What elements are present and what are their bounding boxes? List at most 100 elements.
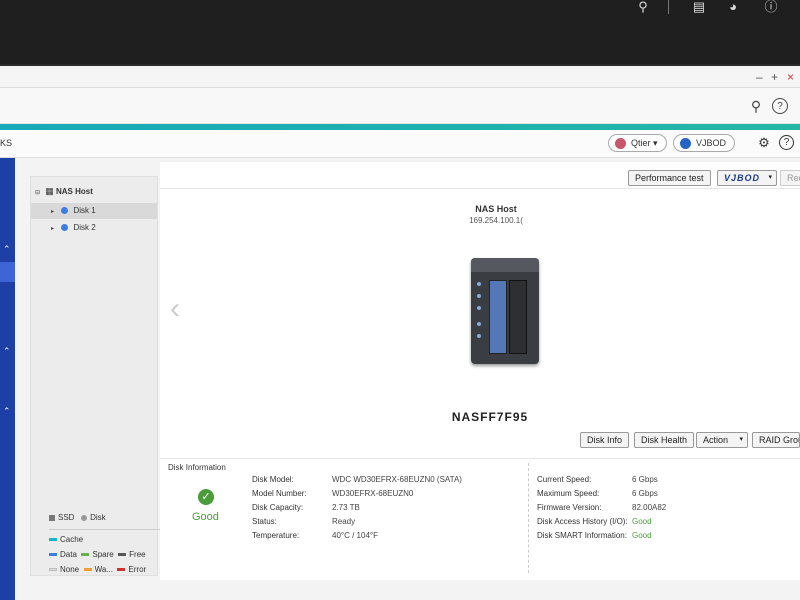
search-icon[interactable]: ⚲ — [632, 0, 654, 14]
panel-divider — [160, 188, 800, 189]
dashboard-icon[interactable]: ◕ — [722, 0, 744, 14]
sub-header: KS Qtier ▾ VJBOD ⚙ ? — [0, 130, 800, 158]
legend-none: None — [60, 565, 80, 574]
check-circle-icon: ✓ — [198, 489, 214, 505]
tree-root[interactable]: ⊟ ▦ NAS Host — [31, 183, 157, 199]
disk-information-panel: Disk Information ✓ Good Disk Model: WDC … — [160, 458, 800, 580]
status-summary: Good — [192, 511, 219, 523]
field-label: Model Number: — [252, 489, 307, 498]
legend-type: SSD Disk — [49, 513, 159, 522]
action-label: Action — [703, 435, 729, 445]
tree-item-label: Disk 1 — [73, 206, 96, 215]
disk-status-icon — [61, 224, 69, 232]
chevron-up-icon[interactable]: ⌃ — [3, 244, 11, 255]
tree-item-disk-1[interactable]: ▸ Disk 1 — [31, 203, 157, 219]
vjbod-tag-button[interactable]: VJBOD — [673, 134, 736, 152]
notification-icon[interactable]: ▤ — [688, 0, 710, 14]
ssd-swatch — [49, 514, 55, 521]
led-icon — [477, 322, 481, 326]
raid-group-button[interactable]: RAID Group — [752, 432, 800, 448]
disk-health-button[interactable]: Disk Health — [634, 432, 695, 448]
legend-warning: Wa... — [94, 565, 113, 574]
qtier-label: Qtier — [631, 138, 651, 148]
nas-device-image — [471, 258, 539, 364]
help-icon[interactable]: ? — [772, 98, 788, 114]
data-swatch — [49, 553, 57, 557]
nas-ip-label: 169.254.100.1( — [469, 216, 523, 225]
legend-disk: Disk — [90, 513, 106, 522]
expand-icon[interactable]: ▸ — [51, 204, 59, 220]
legend-divider — [49, 529, 171, 530]
field-label: Status: — [252, 517, 277, 526]
truncated-button[interactable]: Rec — [780, 170, 800, 186]
legend-status-row: None Wa... Error — [49, 565, 159, 574]
desktop-top-bar: ⚲ ▤ ◕ ⓘ — [0, 0, 800, 64]
field-label: Current Speed: — [537, 475, 592, 484]
warning-swatch — [83, 568, 92, 572]
vjbod-menu-button[interactable]: VJBOD ▾ — [717, 170, 778, 186]
qtier-icon — [615, 138, 626, 149]
host-icon: ▦ — [45, 186, 54, 196]
free-swatch — [118, 553, 127, 557]
led-icon — [477, 334, 481, 338]
led-icon — [477, 306, 481, 310]
none-swatch — [49, 568, 57, 572]
legend-cache-row: Cache — [49, 535, 159, 544]
qtier-button[interactable]: Qtier ▾ — [608, 134, 667, 152]
legend-data-row: Data Spare Free — [49, 550, 159, 559]
field-label: Temperature: — [252, 531, 300, 540]
disk-status-icon — [61, 207, 69, 215]
field-value: Good — [632, 517, 652, 526]
app-toolbar: ⚲ ? — [0, 88, 800, 124]
disk-bay-2[interactable] — [509, 280, 527, 354]
field-value: WDC WD30EFRX-68EUZN0 (SATA) — [332, 475, 462, 484]
field-value: Ready — [332, 517, 356, 526]
field-label: Disk SMART Information: — [537, 531, 627, 540]
field-value: 82.00A82 — [632, 503, 667, 512]
error-swatch — [117, 568, 126, 572]
disk-info-button[interactable]: Disk Info — [580, 432, 630, 448]
window-title-bar: – + × — [0, 66, 800, 88]
led-icon — [477, 282, 481, 286]
nas-host-label: NAS Host — [475, 204, 517, 214]
nav-rail-selected[interactable] — [0, 262, 15, 282]
expand-icon[interactable]: ▸ — [51, 221, 59, 237]
help-icon[interactable]: ? — [779, 135, 794, 150]
chevron-up-icon[interactable]: ⌃ — [3, 346, 11, 357]
vjbod-tag-label: VJBOD — [696, 138, 727, 148]
vjbod-icon — [680, 138, 691, 149]
field-label: Firmware Version: — [537, 503, 602, 512]
legend-free: Free — [129, 550, 146, 559]
field-value: 6 Gbps — [632, 475, 658, 484]
performance-test-button[interactable]: Performance test — [628, 170, 711, 186]
disk-bay-1[interactable] — [489, 280, 507, 354]
nav-rail: ⌃ ⌃ ⌃ — [0, 158, 15, 600]
legend-data: Data — [60, 550, 77, 559]
nas-top-panel — [471, 258, 539, 272]
minimize-icon[interactable]: – — [756, 70, 763, 84]
column-divider — [528, 463, 529, 573]
chevron-down-icon: ▾ — [739, 436, 743, 443]
section-label-partial: KS — [0, 138, 13, 148]
led-icon — [477, 294, 481, 298]
maximize-icon[interactable]: + — [771, 70, 778, 84]
action-menu-button[interactable]: Action ▾ — [696, 432, 748, 448]
debug-icon[interactable]: ⚙ — [756, 135, 772, 151]
info-icon[interactable]: ⓘ — [760, 0, 782, 14]
field-value: 6 Gbps — [632, 489, 658, 498]
chevron-left-icon[interactable]: ‹ — [170, 292, 180, 326]
storage-tree: ⊟ ▦ NAS Host ▸ Disk 1 ▸ Disk 2 SSD Disk … — [30, 176, 171, 576]
legend-cache: Cache — [60, 535, 84, 544]
close-icon[interactable]: × — [787, 70, 794, 84]
legend-error: Error — [128, 565, 147, 574]
chevron-up-icon[interactable]: ⌃ — [3, 406, 11, 417]
field-label: Disk Access History (I/O): — [537, 517, 628, 526]
field-label: Disk Model: — [252, 475, 294, 484]
collapse-icon[interactable]: ⊟ — [35, 185, 43, 201]
legend-ssd: SSD — [58, 513, 75, 522]
tree-root-label: NAS Host — [55, 187, 93, 196]
field-value: 40°C / 104°F — [332, 531, 378, 540]
tree-item-disk-2[interactable]: ▸ Disk 2 — [31, 220, 157, 236]
toolbar-divider — [668, 0, 669, 14]
search-icon[interactable]: ⚲ — [748, 98, 764, 114]
